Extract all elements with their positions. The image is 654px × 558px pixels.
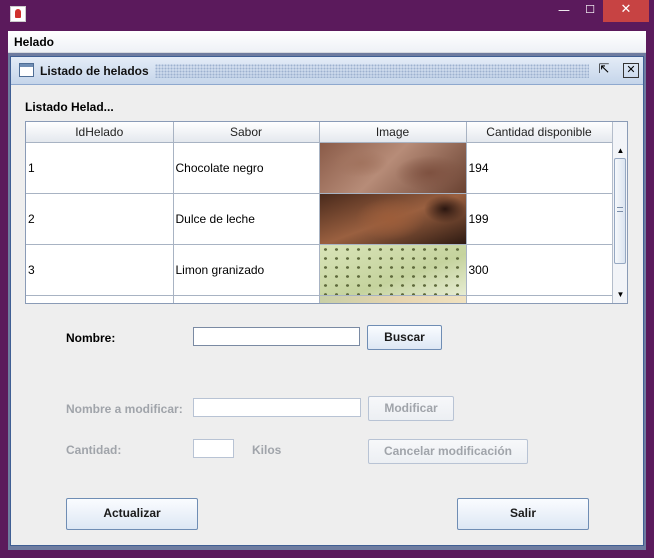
cell-id[interactable]: 3	[26, 244, 174, 296]
column-header-cantidad[interactable]: Cantidad disponible	[466, 122, 613, 143]
table-row[interactable]: 3 Limon granizado 300	[26, 244, 613, 296]
table-row[interactable]: 1 Chocolate negro 194	[26, 142, 613, 194]
chocolate-ice-cream-image	[319, 142, 466, 193]
cantidad-label: Cantidad:	[66, 443, 122, 457]
nombre-a-modificar-label: Nombre a modificar:	[66, 402, 183, 416]
scroll-up-arrow-icon[interactable]: ▲	[613, 144, 627, 158]
partial-ice-cream-image	[319, 295, 466, 303]
nombre-input[interactable]	[193, 327, 360, 346]
cell-id[interactable]: 1	[26, 142, 174, 194]
cell-id[interactable]: 2	[26, 193, 174, 245]
internal-frame-title: Listado de helados	[40, 64, 149, 78]
kilos-label: Kilos	[252, 443, 282, 457]
listado-panel: Listado Helad... IdHelado Sabor Image Ca…	[11, 86, 643, 545]
actualizar-button[interactable]: Actualizar	[66, 498, 198, 530]
scroll-grip-icon	[617, 207, 623, 212]
cell-image[interactable]	[319, 295, 467, 303]
frame-maximize-icon[interactable]: ⇱	[596, 63, 612, 78]
table-row[interactable]	[26, 295, 613, 303]
scroll-down-arrow-icon[interactable]: ▼	[613, 288, 627, 302]
modificar-button[interactable]: Modificar	[368, 396, 454, 421]
internal-frame-listado: Listado de helados ⇱ ✕ Listado Helad... …	[10, 56, 644, 546]
cell-cantidad[interactable]	[466, 295, 613, 303]
cell-sabor[interactable]	[173, 295, 320, 303]
cell-sabor[interactable]: Limon granizado	[173, 244, 320, 296]
nombre-label: Nombre:	[66, 331, 116, 345]
nombre-a-modificar-input[interactable]	[193, 398, 361, 417]
cell-image[interactable]	[319, 142, 467, 194]
frame-close-icon[interactable]: ✕	[623, 63, 639, 78]
window-titlebar: — ☐ ✕	[0, 0, 654, 31]
titlebar-grip	[155, 64, 589, 78]
desktop-pane: Listado de helados ⇱ ✕ Listado Helad... …	[8, 53, 646, 550]
menu-bar: Helado	[8, 31, 646, 53]
cancelar-modificacion-button[interactable]: Cancelar modificación	[368, 439, 528, 464]
maximize-button[interactable]: ☐	[577, 0, 603, 22]
minimize-button[interactable]: —	[551, 0, 577, 22]
cell-cantidad[interactable]: 194	[466, 142, 613, 194]
cell-image[interactable]	[319, 193, 467, 245]
table-vertical-scrollbar[interactable]: ▲ ▼	[612, 122, 627, 303]
scroll-thumb[interactable]	[614, 158, 626, 264]
column-header-sabor[interactable]: Sabor	[173, 122, 320, 143]
table-header: IdHelado Sabor Image Cantidad disponible	[26, 122, 613, 143]
cell-cantidad[interactable]: 199	[466, 193, 613, 245]
cell-sabor[interactable]: Chocolate negro	[173, 142, 320, 194]
cell-sabor[interactable]: Dulce de leche	[173, 193, 320, 245]
helados-table: IdHelado Sabor Image Cantidad disponible…	[26, 122, 613, 303]
cell-id[interactable]	[26, 295, 174, 303]
cell-cantidad[interactable]: 300	[466, 244, 613, 296]
cantidad-input[interactable]	[193, 439, 234, 458]
panel-title: Listado Helad...	[25, 100, 114, 114]
frame-window-icon	[19, 63, 34, 77]
dulce-de-leche-ice-cream-image	[319, 193, 466, 244]
table-row[interactable]: 2 Dulce de leche 199	[26, 193, 613, 245]
helados-table-scrollpane: IdHelado Sabor Image Cantidad disponible…	[25, 121, 628, 304]
close-button[interactable]: ✕	[603, 0, 649, 22]
lemon-granita-ice-cream-image	[319, 244, 466, 295]
column-header-id[interactable]: IdHelado	[26, 122, 174, 143]
window-client: Helado Listado de helados ⇱ ✕ Listado He…	[8, 31, 646, 550]
buscar-button[interactable]: Buscar	[367, 325, 442, 350]
menu-helado[interactable]: Helado	[14, 35, 54, 49]
salir-button[interactable]: Salir	[457, 498, 589, 530]
column-header-image[interactable]: Image	[319, 122, 467, 143]
internal-frame-titlebar[interactable]: Listado de helados ⇱ ✕	[11, 57, 643, 85]
cell-image[interactable]	[319, 244, 467, 296]
java-app-icon	[10, 6, 26, 22]
